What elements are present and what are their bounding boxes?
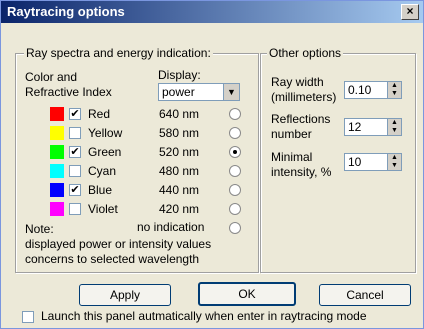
yellow-radio[interactable] <box>229 127 241 139</box>
spin-down-icon[interactable]: ▼ <box>388 127 401 135</box>
blue-radio[interactable] <box>229 184 241 196</box>
color-name: Yellow <box>88 126 123 140</box>
spin-up-icon[interactable]: ▲ <box>388 82 401 90</box>
red-radio[interactable] <box>229 108 241 120</box>
blue-swatch <box>50 183 64 197</box>
cancel-button[interactable]: Cancel <box>319 284 411 306</box>
note-line-1: displayed power or intensity values <box>25 237 212 251</box>
cyan-checkbox[interactable] <box>69 165 81 177</box>
minimal-intensity-spinner[interactable]: 10 ▲ ▼ <box>344 153 402 171</box>
refractive-index-label: Refractive Index <box>25 85 112 99</box>
title-bar: Raytracing options × <box>1 1 423 23</box>
launch-auto-checkbox[interactable] <box>22 311 34 323</box>
green-radio[interactable] <box>229 146 241 158</box>
note-label: Note: <box>25 222 54 236</box>
display-label: Display: <box>158 68 201 82</box>
ray-width-value[interactable]: 0.10 <box>348 83 371 97</box>
spin-down-icon[interactable]: ▼ <box>388 90 401 98</box>
intensity-label: intensity, % <box>271 165 332 179</box>
color-name: Blue <box>88 183 113 197</box>
color-name: Violet <box>88 202 118 216</box>
spin-down-icon[interactable]: ▼ <box>388 162 401 170</box>
chevron-down-icon[interactable]: ▼ <box>223 84 239 100</box>
ray-width-units-label: (millimeters) <box>271 90 337 104</box>
raytracing-options-dialog: Raytracing options × Ray spectra and ene… <box>0 0 424 329</box>
violet-radio[interactable] <box>229 203 241 215</box>
ok-button[interactable]: OK <box>198 282 296 306</box>
red-checkbox[interactable]: ✔ <box>69 108 81 120</box>
reflections-label: Reflections <box>271 112 331 126</box>
ray-spectra-legend: Ray spectra and energy indication: <box>24 46 213 60</box>
cyan-radio[interactable] <box>229 165 241 177</box>
wavelength: 520 nm <box>159 145 200 159</box>
green-checkbox[interactable]: ✔ <box>69 146 81 158</box>
no-indication-label: no indication <box>137 220 205 234</box>
color-name: Red <box>88 107 111 121</box>
violet-checkbox[interactable] <box>69 203 81 215</box>
window-title: Raytracing options <box>7 4 125 19</box>
spinner-buttons[interactable]: ▲ ▼ <box>387 82 401 98</box>
display-mode-select[interactable]: power ▼ <box>158 83 240 101</box>
wavelength: 640 nm <box>159 107 200 121</box>
apply-button[interactable]: Apply <box>79 284 171 306</box>
close-button[interactable]: × <box>401 4 419 20</box>
green-swatch <box>50 145 64 159</box>
color-name: Cyan <box>88 164 117 178</box>
wavelength: 580 nm <box>159 126 200 140</box>
spinner-buttons[interactable]: ▲ ▼ <box>387 154 401 170</box>
spin-up-icon[interactable]: ▲ <box>388 154 401 162</box>
reflections-spinner[interactable]: 12 ▲ ▼ <box>344 118 402 136</box>
no-indication-radio[interactable] <box>229 222 241 234</box>
spinner-buttons[interactable]: ▲ ▼ <box>387 119 401 135</box>
note-line-2: concerns to selected wavelength <box>25 252 200 266</box>
spin-up-icon[interactable]: ▲ <box>388 119 401 127</box>
red-swatch <box>50 107 64 121</box>
blue-checkbox[interactable]: ✔ <box>69 184 81 196</box>
cyan-swatch <box>50 164 64 178</box>
minimal-intensity-value[interactable]: 10 <box>348 155 361 169</box>
yellow-swatch <box>50 126 64 140</box>
reflections-number-label: number <box>271 127 312 141</box>
wavelength: 480 nm <box>159 164 200 178</box>
other-options-legend: Other options <box>267 46 344 60</box>
wavelength: 420 nm <box>159 202 200 216</box>
display-mode-value: power <box>162 85 195 99</box>
minimal-label: Minimal <box>271 150 313 164</box>
reflections-value[interactable]: 12 <box>348 120 361 134</box>
ray-width-label: Ray width <box>271 75 324 89</box>
violet-swatch <box>50 202 64 216</box>
color-name: Green <box>88 145 122 159</box>
yellow-checkbox[interactable] <box>69 127 81 139</box>
launch-auto-label: Launch this panel autmatically when ente… <box>41 309 367 323</box>
wavelength: 440 nm <box>159 183 200 197</box>
color-label: Color and <box>25 70 78 84</box>
ray-width-spinner[interactable]: 0.10 ▲ ▼ <box>344 81 402 99</box>
